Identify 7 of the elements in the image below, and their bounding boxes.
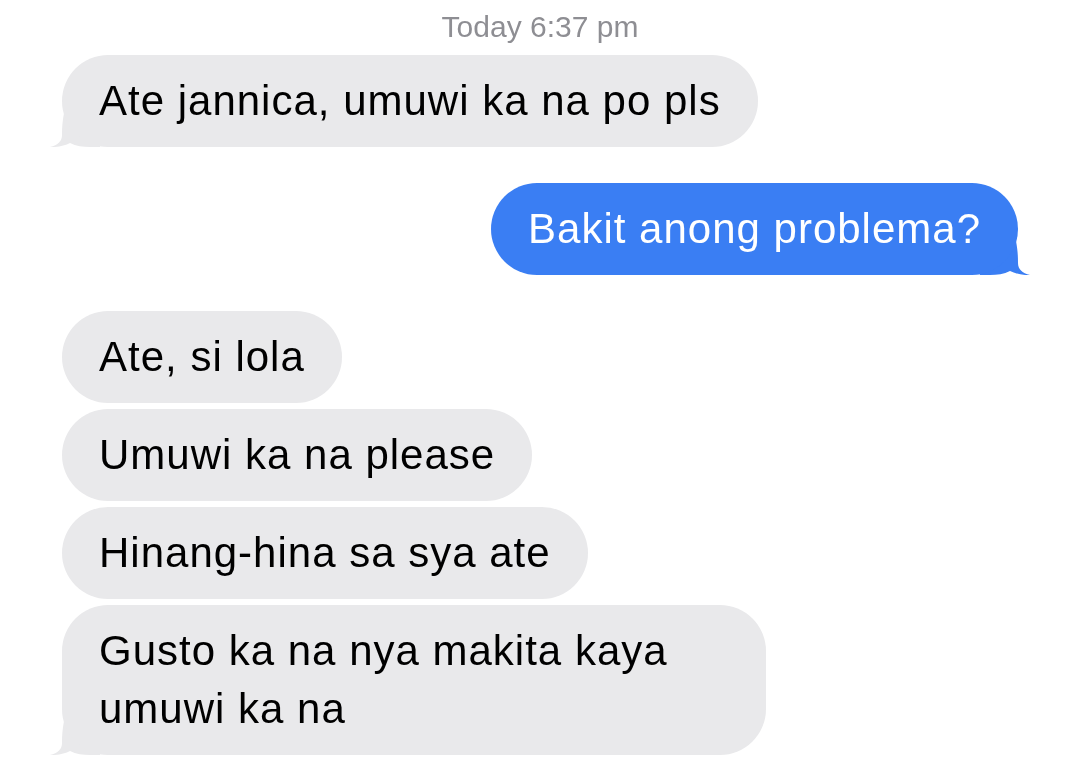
message-bubble: Gusto ka na nya makita kaya umuwi ka na [62,605,766,755]
message-bubble: Hinang-hina sa sya ate [62,507,588,599]
message-bubble: Bakit anong problema? [491,183,1018,275]
message-bubble: Ate jannica, umuwi ka na po pls [62,55,758,147]
timestamp: Today 6:37 pm [441,9,639,45]
message-bubble: Ate, si lola [62,311,342,403]
message-bubble: Umuwi ka na please [62,409,533,501]
